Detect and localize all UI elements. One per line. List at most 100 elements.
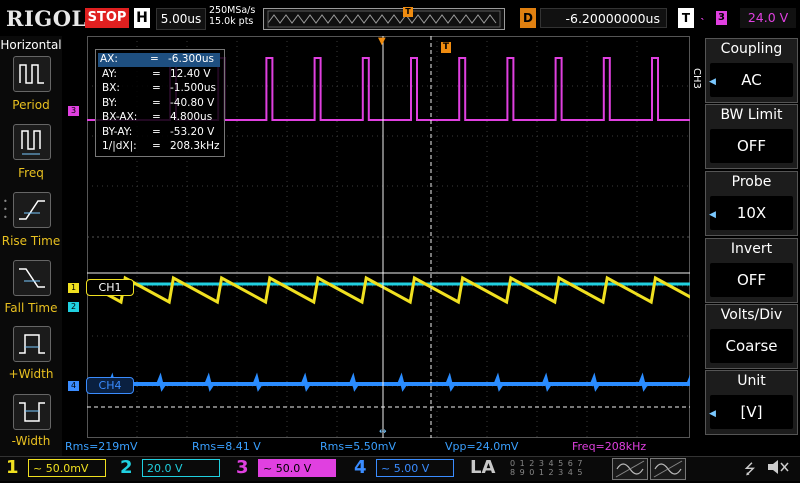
generator-1-button[interactable] [612,458,648,480]
cursor-row-eq: = [150,53,159,65]
channel-2-scale[interactable]: 20.0 V [142,459,220,477]
menu-item-title: Invert [730,241,773,257]
menu-unit-button[interactable]: Unit [V] ◀ [705,370,798,435]
menu-item-value: OFF [710,129,793,163]
positive-width-icon [19,334,45,354]
trigger-level[interactable]: 24.0 V [740,8,796,28]
menu-item-value: AC [710,63,793,97]
channel-1-number[interactable]: 1 [6,457,19,478]
la-channel-grid: 0 1 2 3 4 5 6 7 8 9 0 1 2 3 4 5 [510,459,598,477]
rigol-logo: RIGOL [6,6,87,31]
menu-item-title: Unit [737,373,766,389]
cursor-marker: T [441,42,451,53]
channel-3-number[interactable]: 3 [236,457,249,478]
logic-analyzer-button[interactable]: LA [470,457,495,478]
freq-label: Freq [18,166,44,180]
cursor-row: BX: = -1.500us [100,82,224,96]
ch4-offset-marker[interactable]: 4 [68,381,79,391]
sample-rate: 250MSa/s [209,5,256,16]
cursor-row-value: -6.300us [168,53,214,65]
freq-icon [21,130,41,155]
measurement-readout[interactable]: Freq=208kHz [572,440,646,453]
la-row-2: 8 9 0 1 2 3 4 5 [510,468,584,477]
fall-time-icon [19,268,45,288]
menu-bw-limit-button[interactable]: BW Limit OFF [705,104,798,169]
memory-wave-preview [267,10,501,28]
cursor-row-eq: = [152,125,161,138]
cursor-row-eq: = [152,96,161,109]
speaker-icon[interactable] [765,458,791,476]
measurement-readout[interactable]: Rms=219mV [65,440,138,453]
run-stop-status[interactable]: STOP [85,8,129,28]
menu-item-value: 10X [710,196,793,230]
cursor-row-label: AX: [100,53,118,65]
horizontal-menu-title: Horizontal [0,38,62,52]
cursor-row-value: 4.800us [170,111,213,123]
cursor-row-label: BX-AX: [102,111,138,123]
channel-1-scale[interactable]: ~ 50.0mV [28,459,106,477]
fall-time-button[interactable] [13,260,51,296]
rise-time-icon [19,200,45,220]
menu-item-value: [V] [710,395,793,429]
memory-position-bar[interactable]: T [263,7,505,30]
cursor-row-value: 12.40 V [170,67,211,80]
measurement-readout[interactable]: Rms=8.41 V [192,440,261,453]
menu-item-title: Coupling [720,41,783,57]
trigger-time-marker-icon: ▼ [378,36,386,47]
measurement-readout[interactable]: Rms=5.50mV [320,440,396,453]
ch1-offset-marker[interactable]: 1 [68,283,79,293]
fall-time-label: Fall Time [4,301,58,315]
cursor-row-label: 1/|dX|: [102,140,137,152]
menu-probe-button[interactable]: Probe 10X ◀ [705,171,798,236]
period-button[interactable] [13,56,51,92]
usb-icon: ⭍ [744,462,756,478]
channel-2-number[interactable]: 2 [120,457,133,478]
cursor-row: AX: = -6.300us [98,53,220,67]
positive-width-button[interactable] [13,326,51,362]
rise-time-button[interactable] [13,192,51,228]
cursor-row-value: -53.20 V [170,125,215,138]
ch4-label: CH4 [86,377,134,394]
cursor-row-eq: = [152,140,161,152]
horizontal-badge: H [134,8,150,28]
sine-wave-icon [615,460,645,478]
timebase-value[interactable]: 5.00us [156,8,206,30]
ch3-offset-marker[interactable]: 3 [68,106,79,116]
cursor-row-value: -40.80 V [170,96,215,109]
cursor-row: BY-AY: = -53.20 V [100,126,224,140]
cursor-row-value: -1.500us [170,82,216,94]
menu-coupling-button[interactable]: Coupling AC ◀ [705,38,798,103]
select-arrow-icon: ◀ [709,210,716,220]
negative-width-icon [19,402,45,422]
select-arrow-icon: ◀ [709,77,716,87]
sample-rate-info: 250MSa/s 15.0k pts [209,5,255,27]
channel-4-scale[interactable]: ~ 5.00 V [376,459,454,477]
period-label: Period [12,98,50,112]
channel-3-scale[interactable]: ~ 50.0 V [258,459,336,477]
cursor-row-eq: = [152,82,161,94]
menu-item-value: Coarse [710,329,793,363]
ch2-offset-marker[interactable]: 2 [68,302,79,312]
delay-value[interactable]: -6.20000000us [540,8,667,28]
menu-item-title: Volts/Div [720,307,783,323]
delay-badge: D [520,8,536,28]
channel-4-number[interactable]: 4 [354,457,367,478]
positive-width-label: +Width [8,367,54,381]
trigger-source: 3 [716,11,727,25]
cursor-row-label: BY: [102,96,118,109]
measurement-readout[interactable]: Vpp=24.0mV [445,440,518,453]
negative-width-button[interactable] [13,394,51,430]
select-arrow-icon: ◀ [709,409,716,419]
sine-wave-icon [653,460,683,478]
freq-button[interactable] [13,124,51,160]
memory-depth: 15.0k pts [209,16,254,27]
trigger-position-marker: T [403,7,413,17]
menu-item-title: Probe [731,174,772,190]
trigger-badge: T [678,8,694,28]
la-row-1: 0 1 2 3 4 5 6 7 [510,459,584,468]
generator-2-button[interactable] [650,458,686,480]
menu-invert-button[interactable]: Invert OFF [705,238,798,303]
menu-volts-div-button[interactable]: Volts/Div Coarse [705,304,798,369]
cursor-row-label: BY-AY: [102,125,133,138]
measurement-bar: Rms=219mV Rms=8.41 V Rms=5.50mV Vpp=24.0mV F… [62,438,703,456]
